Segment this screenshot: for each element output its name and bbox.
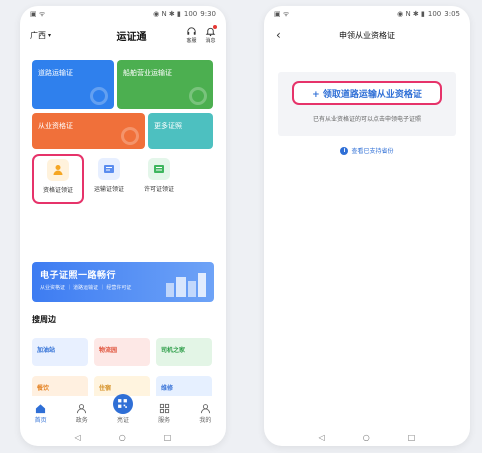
person-icon [47,159,69,181]
gas-station-label: 加油站 [37,347,56,354]
messages-label: 消息 [205,38,216,44]
card-decoration-icon [90,87,108,105]
nav-service-label: 服务 [158,417,171,424]
logistics-park-tile[interactable]: 物流园 [94,338,150,366]
road-transport-label: 道路运输证 [38,69,73,77]
back-chevron-icon[interactable]: ‹ [276,28,281,42]
quick-actions: 资格证领证 运输证领证 许可证领证 [32,154,214,204]
back-triangle-icon[interactable]: ◁ [75,433,81,442]
transport-claim-label: 运输证领证 [93,186,124,193]
nav-license-label: 亮证 [116,417,129,424]
customer-service-label: 客服 [186,38,197,44]
region-selector[interactable]: 广西 ▾ [30,30,51,41]
permit-claim-button[interactable]: 许可证领证 [134,158,184,204]
gas-station-tile[interactable]: 加油站 [32,338,88,366]
driver-home-label: 司机之家 [161,347,186,354]
apply-card: + 领取道路运输从业资格证 已有从业资格证的可以点击申领电子证照 [278,72,456,136]
status-bar: ▣ ᯤ ◉ N ✱ ▮ 100 3:05 [264,6,470,22]
status-time: 3:05 [444,10,460,18]
user-icon [200,404,210,414]
home-circle-icon[interactable]: ○ [119,433,126,442]
city-illustration-icon [166,273,206,297]
nav-service[interactable]: 服务 [148,403,180,424]
nav-home[interactable]: 首页 [25,403,57,424]
status-right-icons: ◉ N ✱ ▮ [153,10,181,18]
apply-hint: 已有从业资格证的可以点击申领电子证照 [312,116,421,123]
document-icon [148,158,170,180]
region-label: 广西 [30,30,46,40]
status-bar: ▣ ᯤ ◉ N ✱ ▮ 100 9:30 [20,6,226,22]
status-right-icons: ◉ N ✱ ▮ [397,10,425,18]
road-transport-card[interactable]: 道路运输证 [32,60,114,109]
back-triangle-icon[interactable]: ◁ [319,433,325,442]
status-left-icons: ▣ ᯤ [274,9,290,18]
driver-home-tile[interactable]: 司机之家 [156,338,212,366]
nav-gov[interactable]: 政务 [66,403,98,424]
qualification-claim-label: 资格证领证 [42,187,73,194]
recent-square-icon[interactable]: □ [408,433,416,442]
grid-icon [159,403,169,414]
info-icon: i [340,146,349,155]
app-header: 广西 ▾ 运证通 客服 消息 [20,22,226,48]
qr-code-icon [112,394,133,414]
system-nav: ◁ ○ □ [20,428,226,446]
apply-screen: ▣ ᯤ ◉ N ✱ ▮ 100 3:05 ‹ 申领从业资格证 + 领取道路运输从… [264,6,470,446]
nav-license[interactable]: 亮证 [107,394,139,424]
bottom-nav: 首页 政务 亮证 服务 我的 [20,394,226,426]
more-licenses-label: 更多证照 [154,122,182,130]
system-nav: ◁ ○ □ [264,428,470,446]
nearby-section-title: 搜周边 [32,315,56,324]
app-title: 运证通 [116,31,147,43]
ship-transport-label: 船舶营业运输证 [123,69,172,77]
battery-level: 100 [183,10,198,18]
messages-button[interactable]: 消息 [205,25,217,44]
supported-provinces-label: 查看已支持省份 [351,148,394,155]
promo-banner[interactable]: 电子证照一路畅行 从业资格证 ｜ 道路运输证 ｜ 经营许可证 [32,262,214,302]
permit-claim-label: 许可证领证 [143,186,174,193]
nav-gov-label: 政务 [75,417,88,424]
nav-mine-label: 我的 [199,417,212,424]
claim-road-qualification-button[interactable]: + 领取道路运输从业资格证 [292,81,442,105]
qualification-card[interactable]: 从业资格证 [32,113,145,149]
home-screen: ▣ ᯤ ◉ N ✱ ▮ 100 9:30 广西 ▾ 运证通 客服 消息 道路运输 [20,6,226,446]
qualification-label: 从业资格证 [38,122,73,130]
nav-mine[interactable]: 我的 [189,403,221,424]
card-decoration-icon [121,127,139,145]
card-decoration-icon [189,87,207,105]
headset-icon [187,27,196,35]
home-circle-icon[interactable]: ○ [363,433,370,442]
qualification-claim-button[interactable]: 资格证领证 [32,154,84,204]
card-icon [98,158,120,180]
status-time: 9:30 [200,10,216,18]
person-icon [77,404,87,414]
recent-square-icon[interactable]: □ [164,433,172,442]
logistics-park-label: 物流园 [99,347,118,354]
status-left-icons: ▣ ᯤ [30,9,46,18]
home-icon [36,404,46,414]
ship-transport-card[interactable]: 船舶营业运输证 [117,60,213,109]
repair-label: 维修 [161,385,174,392]
supported-provinces-link[interactable]: i 查看已支持省份 [264,146,470,155]
nav-home-label: 首页 [34,417,47,424]
transport-claim-button[interactable]: 运输证领证 [84,158,134,204]
more-licenses-card[interactable]: 更多证照 [148,113,213,149]
page-title: 申领从业资格证 [339,30,395,40]
unread-dot [212,25,217,29]
page-header: ‹ 申领从业资格证 [264,22,470,48]
hotel-label: 住宿 [99,385,112,392]
chevron-down-icon: ▾ [48,31,52,39]
customer-service-button[interactable]: 客服 [186,26,197,44]
battery-level: 100 [427,10,442,18]
food-label: 餐饮 [37,385,50,392]
